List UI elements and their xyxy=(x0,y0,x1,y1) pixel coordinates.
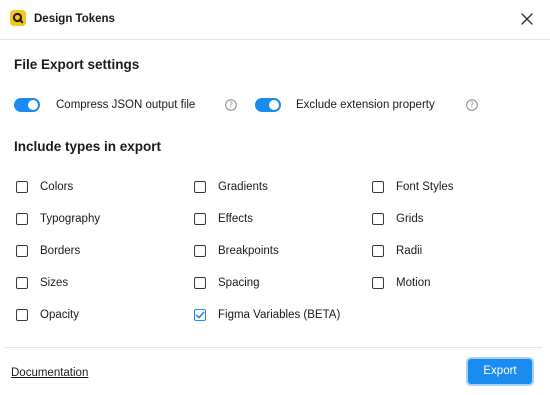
checkbox-box[interactable] xyxy=(194,277,206,289)
checkbox-box[interactable] xyxy=(194,245,206,257)
footer-divider xyxy=(5,347,542,348)
help-icon[interactable]: ? xyxy=(466,99,478,111)
checkbox-label: Spacing xyxy=(218,277,260,289)
export-button[interactable]: Export xyxy=(466,357,534,386)
compress-json-toggle[interactable] xyxy=(14,98,40,112)
toggle-knob xyxy=(269,100,279,110)
checkbox-box[interactable] xyxy=(194,213,206,225)
checkbox-label: Radii xyxy=(396,245,423,257)
documentation-link[interactable]: Documentation xyxy=(11,366,88,380)
checkbox-box-checked[interactable] xyxy=(194,309,206,321)
checkmark-icon xyxy=(195,311,205,319)
include-types-title: Include types in export xyxy=(14,139,162,154)
checkbox-box[interactable] xyxy=(372,181,384,193)
checkbox-label: Figma Variables (BETA) xyxy=(218,309,341,321)
checkbox-box[interactable] xyxy=(16,245,28,257)
checkbox-box[interactable] xyxy=(194,181,206,193)
checkbox-box[interactable] xyxy=(372,277,384,289)
exclude-extension-toggle[interactable] xyxy=(255,98,281,112)
checkbox-label: Effects xyxy=(218,213,253,225)
checkbox-label: Colors xyxy=(40,181,74,193)
checkbox-box[interactable] xyxy=(372,245,384,257)
window-title: Design Tokens xyxy=(34,13,115,25)
title-bar: Design Tokens xyxy=(0,0,550,40)
checkbox-label: Opacity xyxy=(40,309,79,321)
checkbox-label: Borders xyxy=(40,245,81,257)
svg-text:?: ? xyxy=(229,101,233,110)
help-icon[interactable]: ? xyxy=(225,99,237,111)
checkbox-box[interactable] xyxy=(372,213,384,225)
checkbox-label: Grids xyxy=(396,213,424,225)
design-tokens-app-icon xyxy=(10,10,26,26)
checkbox-label: Gradients xyxy=(218,181,268,193)
checkbox-box[interactable] xyxy=(16,181,28,193)
compress-json-label: Compress JSON output file xyxy=(56,99,196,111)
exclude-extension-label: Exclude extension property xyxy=(296,99,435,111)
export-settings-title: File Export settings xyxy=(14,57,140,72)
checkbox-box[interactable] xyxy=(16,213,28,225)
toggle-knob xyxy=(28,100,38,110)
checkbox-box[interactable] xyxy=(16,309,28,321)
checkbox-label: Typography xyxy=(40,213,101,225)
checkbox-label: Sizes xyxy=(40,277,69,289)
svg-text:?: ? xyxy=(470,101,474,110)
checkbox-box[interactable] xyxy=(16,277,28,289)
checkbox-label: Breakpoints xyxy=(218,245,279,257)
close-icon[interactable] xyxy=(518,10,536,28)
checkbox-label: Font Styles xyxy=(396,181,454,193)
checkbox-label: Motion xyxy=(396,277,431,289)
